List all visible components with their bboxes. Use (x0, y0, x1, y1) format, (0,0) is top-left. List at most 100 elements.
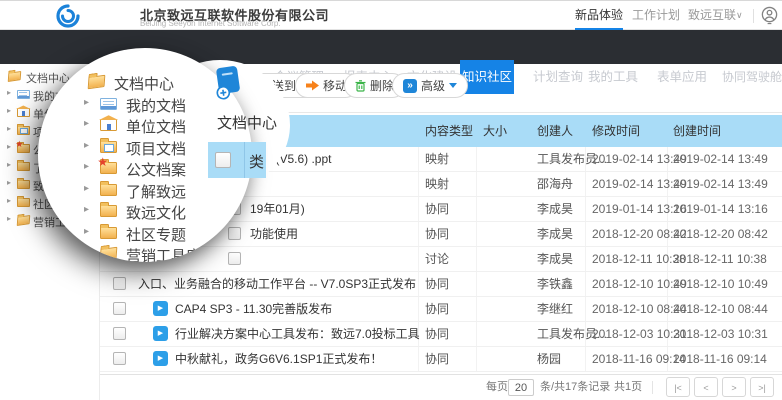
pagination-bar: 每页 条/共17条记录 共1页 |< < > >| (100, 374, 782, 400)
new-document-icon (214, 66, 242, 100)
magnified-tree-item: ▸ 了解致远 (38, 181, 252, 201)
app-window: 北京致远互联软件股份有限公司 BeiJing Seeyon Internet S… (0, 0, 782, 400)
document-name-link[interactable]: 入口、业务融合的移动工作平台 -- V7.0SP3正式发布 (138, 272, 416, 297)
expand-arrow-icon[interactable]: ▸ (7, 196, 11, 205)
divider (652, 381, 653, 394)
table-row[interactable]: ▶ CAP4 SP3 - 11.30完善版发布 协同 李继红 2018-12-1… (100, 297, 782, 322)
expand-arrow-icon[interactable]: ▸ (7, 106, 11, 115)
topmenu-new-experience[interactable]: 新品体验 (575, 1, 623, 30)
trash-icon (355, 80, 366, 92)
column-header-modified[interactable]: 修改时间 (592, 115, 640, 147)
table-row[interactable]: ▶ 行业解决方案中心工具发布：致远7.0投标工具 协同 工具发布员... 201… (100, 322, 782, 347)
folder-icon (100, 227, 117, 239)
creator: 李成昊 (537, 247, 573, 272)
document-name-link[interactable]: 中秋献礼，政务G6V6.1SP1正式发布！ (175, 347, 382, 372)
content-type: 协同 (425, 197, 449, 222)
creator: 李成昊 (537, 197, 573, 222)
topmenu-work-plan[interactable]: 工作计划 (632, 1, 680, 30)
content-type: 映射 (425, 147, 449, 172)
created-time: 2018-12-20 08:42 (673, 222, 768, 247)
created-time: 2019-01-14 13:16 (673, 197, 768, 222)
expand-arrow-icon[interactable]: ▸ (7, 124, 11, 133)
tab-cockpit[interactable]: 协同驾驶舱 (722, 60, 782, 94)
advanced-button[interactable]: » 高级 (392, 73, 468, 98)
modified-time: 2018-11-16 09:14 (592, 347, 686, 372)
document-icon (100, 98, 117, 110)
tab-form-apps[interactable]: 表单应用 (657, 60, 707, 94)
row-checkbox[interactable] (113, 277, 126, 290)
column-header-size[interactable]: 大小 (483, 115, 507, 147)
created-time: 2019-02-14 13:49 (673, 147, 768, 172)
topmenu-seeyon[interactable]: 致远互联 (688, 1, 736, 30)
created-time: 2018-11-16 09:14 (673, 347, 767, 372)
top-bar: 北京致远互联软件股份有限公司 BeiJing Seeyon Internet S… (0, 0, 782, 30)
tab-my-tools[interactable]: 我的工具 (588, 60, 638, 94)
magnified-header-text: 类 (249, 151, 264, 172)
row-checkbox[interactable] (113, 352, 126, 365)
expand-arrow-icon[interactable]: ▸ (7, 142, 11, 151)
page-count-label: 共1页 (614, 375, 642, 400)
document-icon (17, 90, 30, 99)
created-time: 2018-12-10 08:44 (673, 297, 768, 322)
column-header-creator[interactable]: 创建人 (537, 115, 573, 147)
folder-open-icon (88, 75, 106, 90)
document-name-link[interactable]: 功能使用 (250, 222, 298, 247)
divider (244, 142, 245, 178)
column-header-created[interactable]: 创建时间 (673, 115, 721, 147)
folder-star-icon (17, 144, 30, 153)
tab-knowledge-community-active[interactable]: 知识社区 (460, 60, 514, 94)
company-subtitle: BeiJing Seeyon Internet Software Corp. (140, 19, 281, 28)
created-time: 2018-12-03 10:31 (673, 322, 768, 347)
magnified-section-title: 文档中心 (217, 112, 277, 133)
expand-arrow-icon[interactable]: ▸ (7, 214, 11, 223)
prev-page-button[interactable]: < (694, 377, 718, 397)
magnified-checkbox (215, 152, 231, 168)
document-share-icon: ▶ (153, 351, 168, 366)
table-row[interactable]: ▶ 入口、业务融合的移动工作平台 -- V7.0SP3正式发布 协同 李铁鑫 2… (100, 272, 782, 297)
table-row[interactable]: ▶ 中秋献礼，政务G6V6.1SP1正式发布！ 协同 杨园 2018-11-16… (100, 347, 782, 372)
expand-arrow-icon[interactable]: ▸ (7, 88, 11, 97)
modified-time: 2018-12-11 10:38 (592, 247, 686, 272)
content-type: 协同 (425, 322, 449, 347)
magnified-tree-item: 营销工具库 (38, 245, 252, 262)
document-name-link[interactable]: 19年01月) (250, 197, 305, 222)
document-name-link[interactable]: CAP4 SP3 - 11.30完善版发布 (175, 297, 332, 322)
created-time: 2019-02-14 13:49 (673, 172, 768, 197)
folder-window-icon (17, 126, 30, 135)
folder-icon (100, 184, 117, 196)
content-type: 讨论 (425, 247, 449, 272)
content-type: 协同 (425, 297, 449, 322)
content-type: 协同 (425, 347, 449, 372)
creator: 杨园 (537, 347, 561, 372)
magnified-tree-item: ▸ 致远文化 (38, 202, 252, 222)
created-time: 2018-12-10 10:49 (673, 272, 768, 297)
folder-icon (17, 180, 30, 189)
row-checkbox[interactable] (113, 327, 126, 340)
folder-icon (17, 198, 30, 207)
creator: 邵海舟 (537, 172, 573, 197)
document-name-link[interactable]: 行业解决方案中心工具发布：致远7.0投标工具 (175, 322, 420, 347)
content-type: 协同 (425, 222, 449, 247)
seeyon-swirl-logo-icon (56, 4, 80, 28)
first-page-button[interactable]: |< (666, 377, 690, 397)
user-account-icon[interactable] (760, 6, 779, 25)
last-page-button[interactable]: >| (750, 377, 774, 397)
folder-open-icon (17, 215, 30, 226)
tab-plan-query[interactable]: 计划查询 (533, 60, 583, 94)
records-count-label: 条/共17条记录 (540, 375, 610, 400)
folder-icon (17, 162, 30, 171)
per-page-label: 每页 (486, 375, 508, 400)
content-type: 协同 (425, 272, 449, 297)
expand-arrow-icon[interactable]: ▸ (7, 178, 11, 187)
folder-open-icon (100, 247, 118, 262)
document-share-icon: ▶ (153, 301, 168, 316)
creator: 李铁鑫 (537, 272, 573, 297)
expand-arrow-icon[interactable]: ▸ (7, 160, 11, 169)
advanced-badge-icon: » (403, 79, 417, 93)
next-page-button[interactable]: > (722, 377, 746, 397)
per-page-input[interactable] (508, 379, 534, 396)
row-checkbox[interactable] (113, 302, 126, 315)
magnified-header-cell: 类 (208, 142, 266, 178)
chevron-down-icon[interactable]: ∨ (736, 1, 743, 30)
column-header-type[interactable]: 内容类型 (425, 115, 473, 147)
